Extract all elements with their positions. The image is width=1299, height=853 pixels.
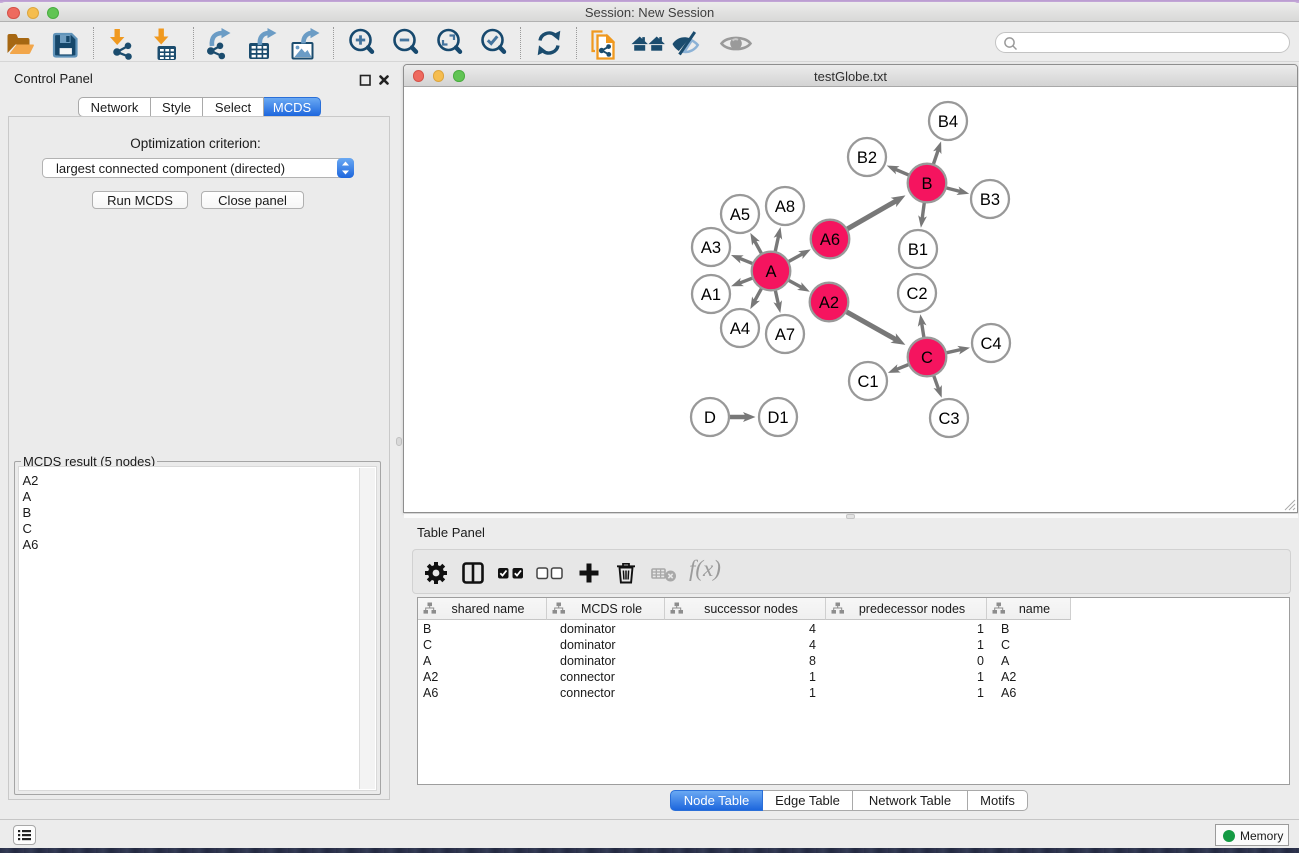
svg-text:A6: A6: [820, 231, 840, 249]
svg-text:A2: A2: [819, 294, 839, 312]
svg-text:A3: A3: [701, 239, 721, 257]
svg-text:A8: A8: [775, 198, 795, 216]
svg-text:A: A: [765, 263, 776, 281]
svg-text:C2: C2: [906, 285, 927, 303]
svg-text:B: B: [921, 175, 932, 193]
svg-text:C4: C4: [980, 335, 1001, 353]
svg-text:D1: D1: [767, 409, 788, 427]
svg-text:C3: C3: [938, 410, 959, 428]
svg-text:A5: A5: [730, 206, 750, 224]
svg-text:B4: B4: [938, 113, 958, 131]
svg-text:D: D: [704, 409, 716, 427]
svg-text:A7: A7: [775, 326, 795, 344]
svg-text:B3: B3: [980, 191, 1000, 209]
svg-text:A1: A1: [701, 286, 721, 304]
svg-text:C: C: [921, 349, 933, 367]
svg-text:C1: C1: [857, 373, 878, 391]
svg-text:A4: A4: [730, 320, 750, 338]
svg-text:B2: B2: [857, 149, 877, 167]
svg-text:B1: B1: [908, 241, 928, 259]
